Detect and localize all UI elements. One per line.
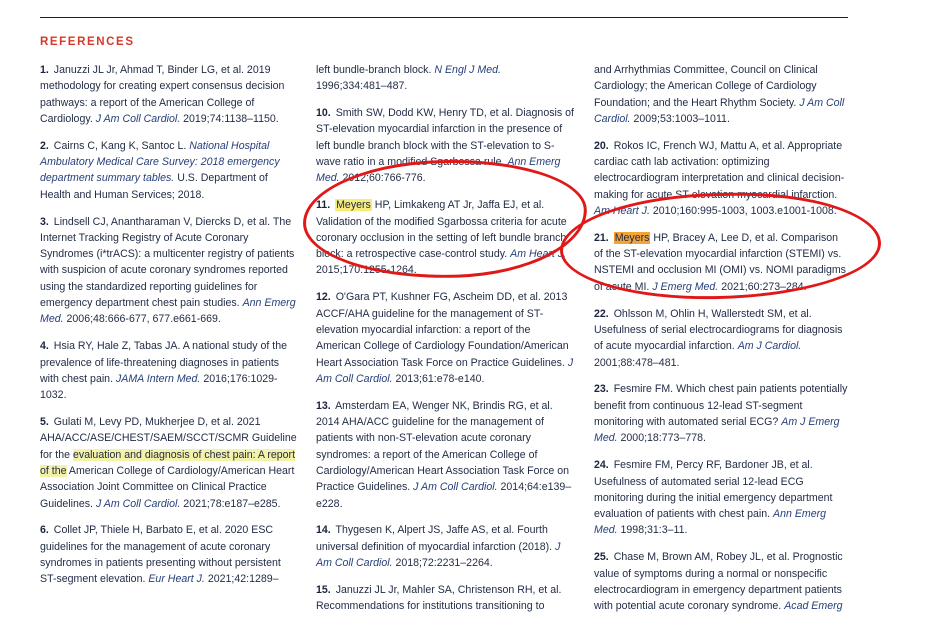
reference-10: 10. Smith SW, Dodd KW, Henry TD, et al. … bbox=[316, 107, 574, 185]
reference-15: 15. Januzzi JL Jr, Mahler SA, Christenso… bbox=[316, 583, 562, 613]
reference-19-continued: and Arrhythmias Committee, Council on Cl… bbox=[594, 64, 845, 125]
top-rule bbox=[40, 17, 848, 18]
section-heading: REFERENCES bbox=[40, 36, 135, 48]
reference-4: 4. Hsia RY, Hale Z, Tabas JA. A national… bbox=[40, 340, 287, 402]
column-1: 1. Januzzi JL Jr, Ahmad T, Binder LG, et… bbox=[40, 62, 298, 598]
reference-6: 6. Collet JP, Thiele H, Barbato E, et al… bbox=[40, 524, 281, 586]
reference-14: 14. Thygesen K, Alpert JS, Jaffe AS, et … bbox=[316, 524, 561, 569]
reference-5: 5. Gulati M, Levy PD, Mukherjee D, et al… bbox=[40, 416, 297, 510]
column-3: and Arrhythmias Committee, Council on Cl… bbox=[594, 62, 848, 625]
reference-22: 22. Ohlsson M, Ohlin H, Wallerstedt SM, … bbox=[594, 307, 843, 369]
reference-1: 1. Januzzi JL Jr, Ahmad T, Binder LG, et… bbox=[40, 64, 285, 125]
reference-21: 21. Meyers HP, Bracey A, Lee D, et al. C… bbox=[594, 231, 846, 293]
reference-23: 23. Fesmire FM. Which chest pain patient… bbox=[594, 383, 848, 445]
reference-20: 20. Rokos IC, French WJ, Mattu A, et al.… bbox=[594, 139, 845, 217]
reference-12: 12. O'Gara PT, Kushner FG, Ascheim DD, e… bbox=[316, 291, 574, 385]
author-highlight: Meyers bbox=[613, 231, 651, 244]
column-2: left bundle-branch block. N Engl J Med. … bbox=[316, 62, 574, 625]
reference-9-continued: left bundle-branch block. N Engl J Med. … bbox=[316, 64, 501, 93]
reference-25: 25. Chase M, Brown AM, Robey JL, et al. … bbox=[594, 551, 843, 613]
reference-2: 2. Cairns C, Kang K, Santoc L. National … bbox=[40, 139, 280, 201]
reference-11: 11. Meyers HP, Limkakeng AT Jr, Jaffa EJ… bbox=[316, 199, 567, 277]
reference-24: 24. Fesmire FM, Percy RF, Bardoner JB, e… bbox=[594, 459, 833, 537]
author-highlight: Meyers bbox=[335, 199, 372, 212]
reference-3: 3. Lindsell CJ, Anantharaman V, Diercks … bbox=[40, 215, 296, 326]
reference-13: 13. Amsterdam EA, Wenger NK, Brindis RG,… bbox=[316, 399, 572, 510]
